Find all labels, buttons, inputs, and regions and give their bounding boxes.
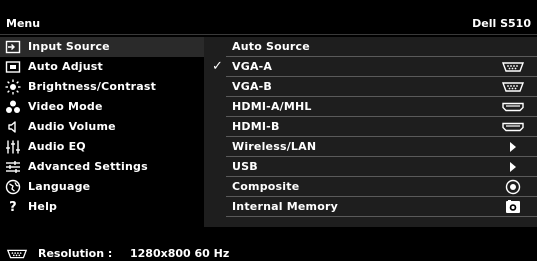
menu-item-input-source[interactable]: Input Source [0, 37, 204, 57]
option-label: Auto Source [232, 40, 310, 53]
hdmi-port-icon [501, 119, 525, 135]
model-name: Dell S510 [472, 17, 531, 30]
menu-item-label: Advanced Settings [28, 160, 148, 173]
main-menu: Input Source Auto Adjust Brightness/Cont… [0, 37, 204, 237]
option-usb[interactable]: USB [204, 157, 537, 177]
menu-item-audio-volume[interactable]: Audio Volume [0, 117, 204, 137]
menu-item-label: Audio Volume [28, 120, 116, 133]
speaker-icon [5, 119, 21, 135]
vga-port-icon [501, 79, 525, 95]
option-label: USB [232, 160, 258, 173]
menu-item-label: Video Mode [28, 100, 103, 113]
menu-item-label: Audio EQ [28, 140, 86, 153]
option-label: HDMI-B [232, 120, 280, 133]
option-label: HDMI-A/MHL [232, 100, 312, 113]
osd-header: Menu Dell S510 [0, 14, 537, 34]
menu-item-label: Help [28, 200, 58, 213]
projector-osd: Menu Dell S510 Input Source Auto Adjust … [0, 0, 537, 261]
equalizer-icon [5, 139, 21, 155]
option-label: Composite [232, 180, 300, 193]
menu-item-video-mode[interactable]: Video Mode [0, 97, 204, 117]
hdmi-port-icon [501, 99, 525, 115]
menu-title: Menu [6, 17, 41, 30]
resolution-label: Resolution : [38, 247, 113, 260]
brightness-icon [5, 79, 21, 95]
option-label: VGA-A [232, 60, 273, 73]
arrow-right-icon [501, 159, 525, 175]
header-divider [0, 34, 537, 35]
check-mark-icon: ✓ [212, 59, 224, 74]
menu-item-advanced-settings[interactable]: Advanced Settings [0, 157, 204, 177]
menu-item-label: Language [28, 180, 91, 193]
menu-item-language[interactable]: Language [0, 177, 204, 197]
option-label: Internal Memory [232, 200, 338, 213]
input-source-icon [5, 39, 21, 55]
input-source-submenu: Auto Source ✓ VGA-A VGA-B HDMI-A/MHL HDM… [204, 37, 537, 227]
option-composite[interactable]: Composite [204, 177, 537, 197]
row-divider [226, 216, 537, 217]
menu-item-label: Input Source [28, 40, 110, 53]
video-mode-icon [5, 99, 21, 115]
vga-port-icon [6, 248, 28, 260]
vga-port-icon [501, 59, 525, 75]
arrow-right-icon [501, 139, 525, 155]
option-vga-a[interactable]: ✓ VGA-A [204, 57, 537, 77]
question-icon: ? [9, 199, 17, 215]
settings-sliders-icon [5, 159, 21, 175]
status-bar: Resolution : 1280x800 60 Hz [0, 247, 537, 261]
menu-item-label: Brightness/Contrast [28, 80, 157, 93]
option-vga-b[interactable]: VGA-B [204, 77, 537, 97]
option-hdmi-b[interactable]: HDMI-B [204, 117, 537, 137]
menu-item-audio-eq[interactable]: Audio EQ [0, 137, 204, 157]
menu-item-brightness-contrast[interactable]: Brightness/Contrast [0, 77, 204, 97]
globe-icon [5, 179, 21, 195]
option-internal-memory[interactable]: Internal Memory [204, 197, 537, 217]
auto-adjust-icon [5, 59, 21, 75]
option-auto-source[interactable]: Auto Source [204, 37, 537, 57]
menu-item-help[interactable]: ? Help [0, 197, 204, 217]
option-wireless-lan[interactable]: Wireless/LAN [204, 137, 537, 157]
option-label: Wireless/LAN [232, 140, 317, 153]
menu-item-label: Auto Adjust [28, 60, 103, 73]
menu-item-auto-adjust[interactable]: Auto Adjust [0, 57, 204, 77]
option-label: VGA-B [232, 80, 273, 93]
composite-port-icon [501, 179, 525, 195]
internal-memory-icon [501, 199, 525, 215]
option-hdmi-a-mhl[interactable]: HDMI-A/MHL [204, 97, 537, 117]
resolution-value: 1280x800 60 Hz [130, 247, 230, 260]
